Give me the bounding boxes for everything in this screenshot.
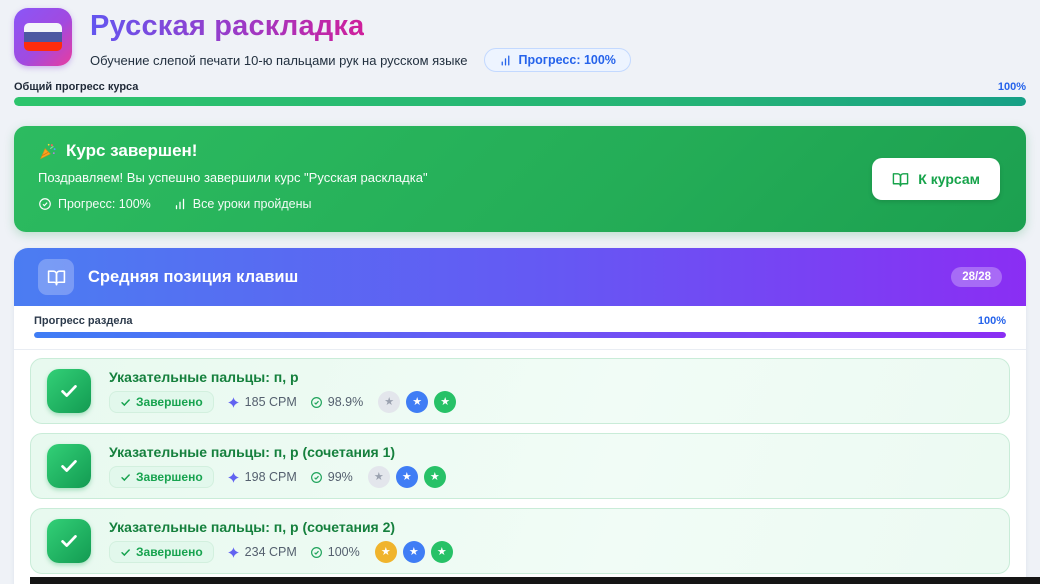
bar-chart-icon [499, 54, 512, 67]
section-header[interactable]: Средняя позиция клавиш 28/28 [14, 248, 1026, 306]
completed-check-icon [47, 519, 91, 563]
page-subtitle: Обучение слепой печати 10-ю пальцами рук… [90, 53, 468, 68]
lesson-title: Указательные пальцы: п, р [109, 369, 456, 385]
check-circle-icon [310, 546, 323, 559]
flag-graphic [24, 23, 62, 51]
cpm-value: 234 CPM [245, 545, 297, 559]
course-progress-bar [14, 97, 1026, 106]
speed-stat: 198 CPM [227, 470, 297, 484]
check-circle-icon [38, 197, 52, 211]
lesson-count-badge: 28/28 [951, 267, 1002, 287]
accuracy-value: 99% [328, 470, 353, 484]
section-progress-label: Прогресс раздела [34, 315, 133, 327]
sparkle-icon [227, 471, 240, 484]
status-badge: Завершено [109, 541, 214, 563]
green-star-icon: ★ [431, 541, 453, 563]
status-label: Завершено [136, 545, 203, 559]
lesson-title: Указательные пальцы: п, р (сочетания 2) [109, 519, 453, 535]
lesson-title: Указательные пальцы: п, р (сочетания 1) [109, 444, 446, 460]
accuracy-value: 100% [328, 545, 360, 559]
accuracy-stat: 98.9% [310, 395, 363, 409]
russian-flag-icon [14, 8, 72, 66]
blue-star-icon: ★ [406, 391, 428, 413]
header-text: Русская раскладка Обучение слепой печати… [90, 8, 631, 72]
section-title: Средняя позиция клавиш [88, 268, 937, 287]
banner-progress-stat: Прогресс: 100% [38, 197, 151, 211]
page: Русская раскладка Обучение слепой печати… [0, 0, 1040, 584]
completion-banner: Курс завершен! Поздравляем! Вы успешно з… [14, 126, 1026, 232]
to-courses-button[interactable]: К курсам [872, 158, 1000, 200]
inactive-star-icon: ★ [378, 391, 400, 413]
course-progress-label: Общий прогресс курса [14, 81, 138, 93]
lesson-card[interactable]: Указательные пальцы: п, р (сочетания 1) … [30, 433, 1010, 499]
section-progress: Прогресс раздела 100% [14, 306, 1026, 350]
banner-message: Поздравляем! Вы успешно завершили курс "… [38, 170, 1002, 185]
sparkle-icon [227, 546, 240, 559]
section-card: Средняя позиция клавиш 28/28 Прогресс ра… [14, 248, 1026, 584]
banner-title: Курс завершен! [66, 141, 197, 161]
lesson-card[interactable]: Указательные пальцы: п, р (сочетания 2) … [30, 508, 1010, 574]
green-star-icon: ★ [424, 466, 446, 488]
banner-lessons-stat: Все уроки пройдены [173, 197, 312, 211]
status-badge: Завершено [109, 391, 214, 413]
banner-lessons-text: Все уроки пройдены [193, 197, 312, 211]
lesson-card[interactable]: Указательные пальцы: п, р Завершено 185 … [30, 358, 1010, 424]
status-badge: Завершено [109, 466, 214, 488]
inactive-star-icon: ★ [368, 466, 390, 488]
accuracy-stat: 100% [310, 545, 360, 559]
green-star-icon: ★ [434, 391, 456, 413]
page-title: Русская раскладка [90, 10, 364, 43]
sparkle-icon [227, 396, 240, 409]
check-circle-icon [310, 471, 323, 484]
section-progress-bar [34, 332, 1006, 338]
section-progress-fill [34, 332, 1006, 338]
check-circle-icon [310, 396, 323, 409]
bottom-dark-bar [30, 577, 1040, 584]
book-open-icon [892, 171, 909, 188]
section-progress-value: 100% [978, 315, 1006, 327]
party-popper-icon [38, 142, 57, 161]
lesson-list: Указательные пальцы: п, р Завершено 185 … [14, 350, 1026, 584]
star-rating: ★ ★ ★ [378, 391, 456, 413]
banner-progress-text: Прогресс: 100% [58, 197, 151, 211]
completed-check-icon [47, 444, 91, 488]
progress-badge: Прогресс: 100% [484, 48, 631, 72]
accuracy-value: 98.9% [328, 395, 363, 409]
bar-chart-icon [173, 197, 187, 211]
accuracy-stat: 99% [310, 470, 353, 484]
blue-star-icon: ★ [396, 466, 418, 488]
speed-stat: 185 CPM [227, 395, 297, 409]
star-rating: ★ ★ ★ [375, 541, 453, 563]
cpm-value: 198 CPM [245, 470, 297, 484]
book-open-icon [38, 259, 74, 295]
status-label: Завершено [136, 470, 203, 484]
completed-check-icon [47, 369, 91, 413]
cpm-value: 185 CPM [245, 395, 297, 409]
speed-stat: 234 CPM [227, 545, 297, 559]
star-rating: ★ ★ ★ [368, 466, 446, 488]
gold-star-icon: ★ [375, 541, 397, 563]
status-label: Завершено [136, 395, 203, 409]
blue-star-icon: ★ [403, 541, 425, 563]
progress-badge-label: Прогресс: 100% [519, 53, 616, 67]
course-progress-fill [14, 97, 1026, 106]
to-courses-label: К курсам [918, 171, 980, 187]
course-progress-value: 100% [998, 81, 1026, 93]
course-header: Русская раскладка Обучение слепой печати… [14, 8, 1026, 72]
